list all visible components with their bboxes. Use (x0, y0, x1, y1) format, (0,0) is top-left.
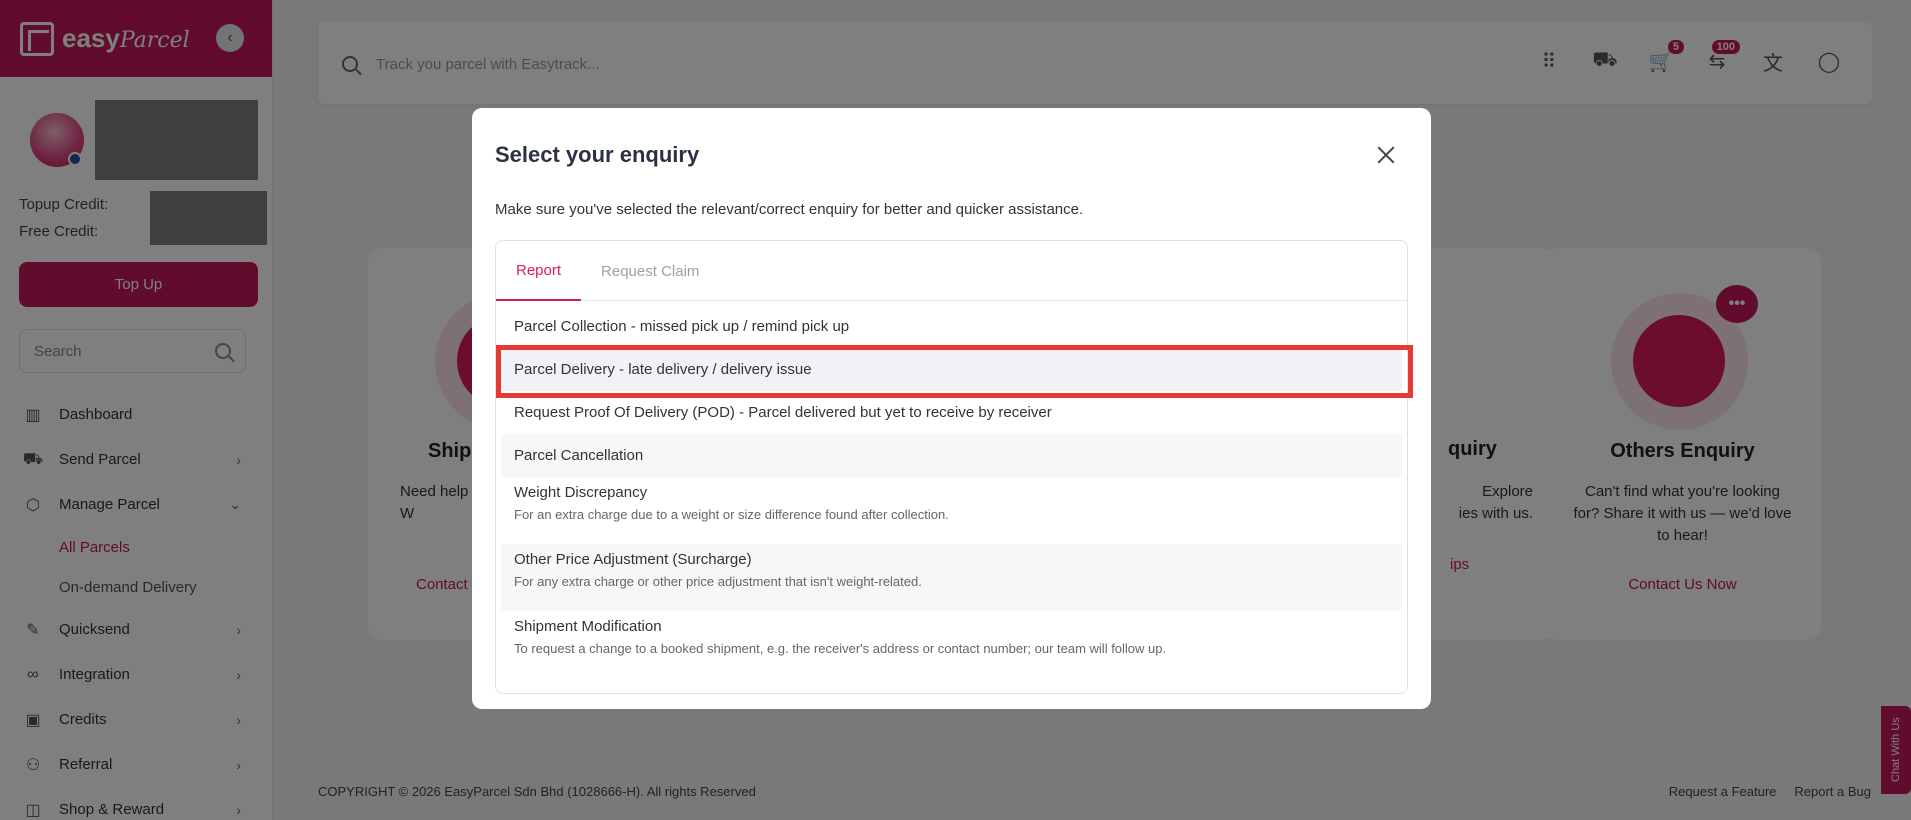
modal-subtitle: Make sure you've selected the relevant/c… (495, 201, 1084, 218)
enquiry-option-title: Parcel Cancellation (514, 447, 644, 464)
enquiry-option-desc: To request a change to a booked shipment… (514, 641, 1167, 656)
close-icon[interactable] (1375, 144, 1397, 166)
tab-request-claim[interactable]: Request Claim (581, 241, 719, 301)
enquiry-tabs: Report Request Claim (496, 241, 1407, 301)
enquiry-option[interactable]: Other Price Adjustment (Surcharge) For a… (501, 544, 1402, 611)
enquiry-box: Report Request Claim Parcel Collection -… (495, 240, 1408, 694)
enquiry-option-title: Shipment Modification (514, 618, 662, 635)
enquiry-option[interactable]: Weight Discrepancy For an extra charge d… (501, 477, 1402, 544)
enquiry-option-title: Other Price Adjustment (Surcharge) (514, 551, 752, 568)
enquiry-option[interactable]: Parcel Cancellation (501, 434, 1402, 477)
enquiry-option-desc: For any extra charge or other price adju… (514, 574, 922, 589)
selection-highlight-box (496, 345, 1413, 398)
enquiry-option-title: Parcel Collection - missed pick up / rem… (514, 318, 850, 335)
enquiry-option[interactable]: Shipment Modification To request a chang… (501, 611, 1402, 678)
enquiry-option-title: Weight Discrepancy (514, 484, 648, 501)
enquiry-option-desc: For an extra charge due to a weight or s… (514, 507, 949, 522)
select-enquiry-modal: Select your enquiry Make sure you've sel… (472, 108, 1431, 709)
tab-report[interactable]: Report (496, 241, 582, 301)
modal-title: Select your enquiry (495, 142, 700, 167)
enquiry-option[interactable]: Parcel Collection - missed pick up / rem… (501, 305, 1402, 348)
enquiry-option-title: Request Proof Of Delivery (POD) - Parcel… (514, 404, 1052, 421)
